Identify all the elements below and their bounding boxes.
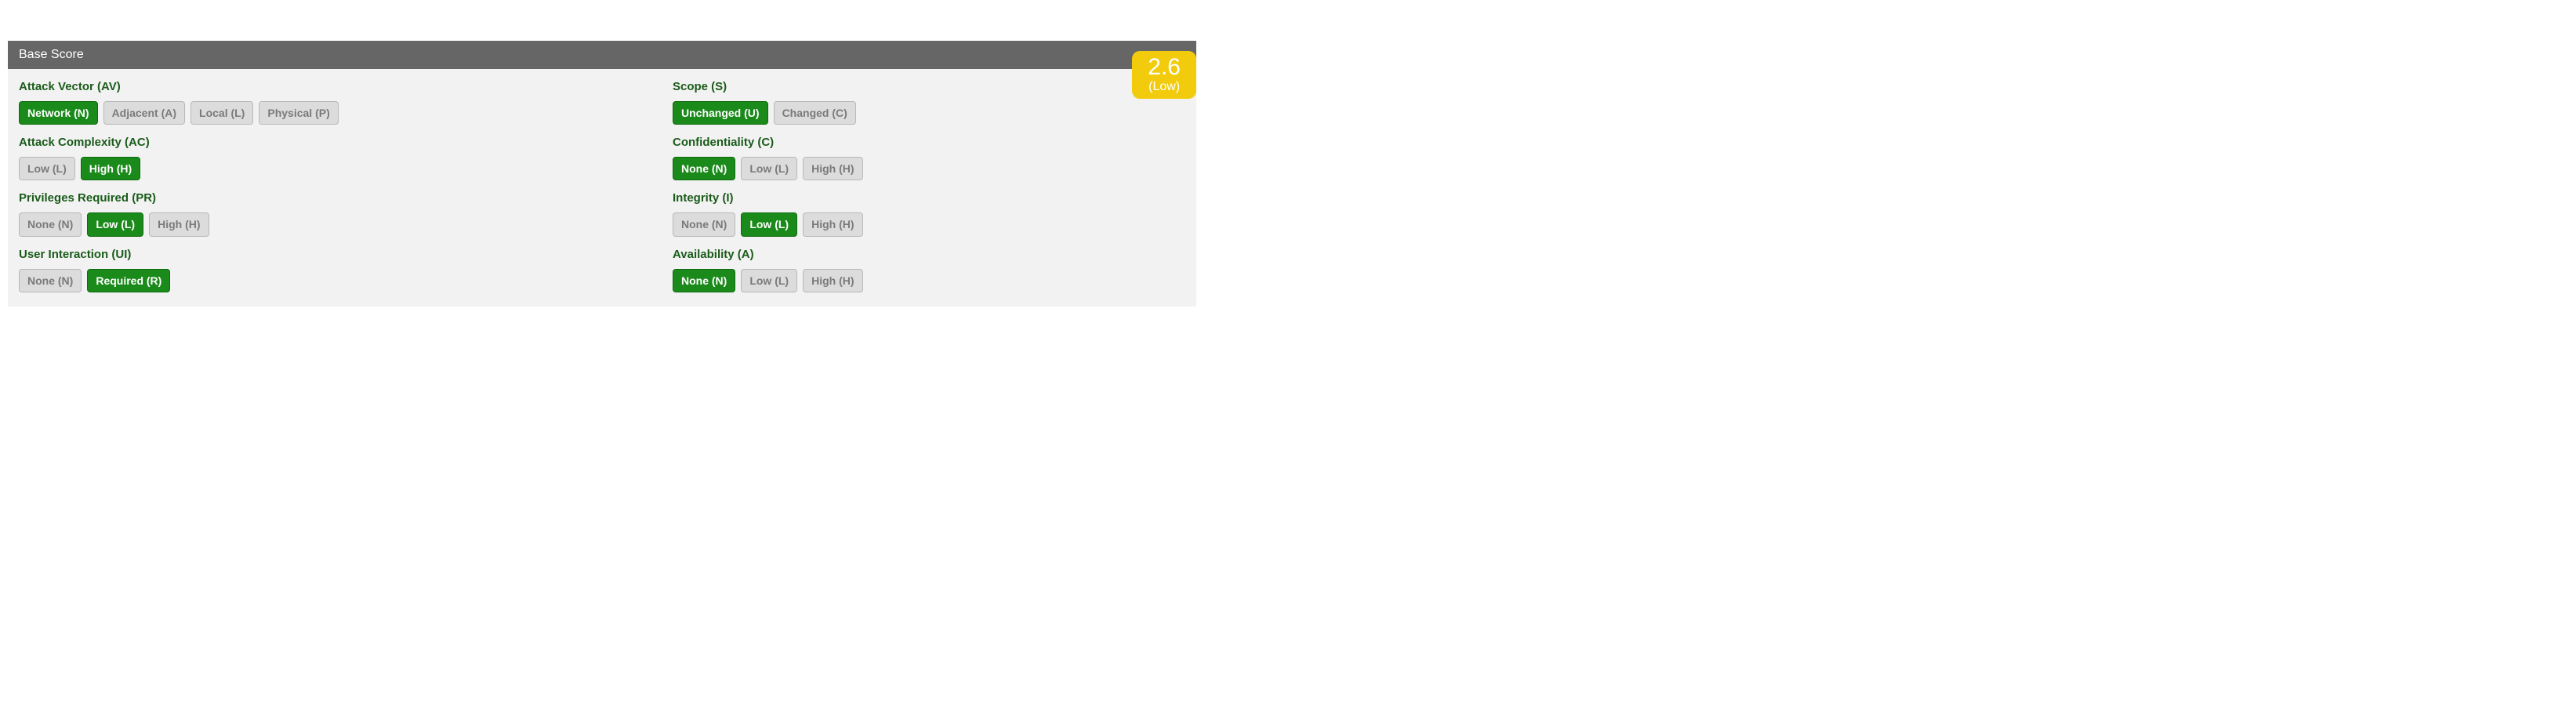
metric-options: None (N)Low (L)High (H) <box>673 212 1185 236</box>
base-score-panel: Base Score Attack Vector (AV) Network (N)… <box>8 41 1196 307</box>
option-low-l[interactable]: Low (L) <box>19 157 75 180</box>
metric-confidentiality-c: Confidentiality (C) None (N) Low (L) High (… <box>673 136 1185 180</box>
option-none-n[interactable]: None (N) <box>673 157 735 180</box>
score-badge: 2.6 (Low) <box>1132 51 1196 99</box>
option-low-l[interactable]: Low (L) <box>87 212 143 236</box>
metrics-right-column: Scope (S) Unchanged (U)Changed (C) Confide… <box>673 80 1185 292</box>
option-high-h[interactable]: High (H) <box>803 212 862 236</box>
option-low-l[interactable]: Low (L) <box>741 269 797 292</box>
option-network-n[interactable]: Network (N) <box>19 101 98 125</box>
option-high-h[interactable]: High (H) <box>803 269 862 292</box>
option-physical-p[interactable]: Physical (P) <box>259 101 338 125</box>
metric-options: Unchanged (U)Changed (C) <box>673 101 1185 125</box>
metric-options: Network (N)Adjacent (A)Local (L)Physical… <box>19 101 673 125</box>
option-high-h[interactable]: High (H) <box>803 157 862 180</box>
metric-title: User Interaction (UI) <box>19 248 673 261</box>
metrics-columns: Attack Vector (AV) Network (N)Adjacent (A… <box>19 80 1185 292</box>
option-changed-c[interactable]: Changed (C) <box>774 101 856 125</box>
metric-title: Confidentiality (C) <box>673 136 1185 149</box>
option-required-r[interactable]: Required (R) <box>87 269 170 292</box>
option-none-n[interactable]: None (N) <box>19 269 82 292</box>
metric-title: Scope (S) <box>673 80 1185 93</box>
option-low-l[interactable]: Low (L) <box>741 157 797 180</box>
metric-availability-a: Availability (A) None (N) Low (L) High (H) <box>673 248 1185 292</box>
metric-title: Privileges Required (PR) <box>19 191 673 205</box>
metric-options: None (N) Low (L) High (H) <box>673 157 1185 180</box>
metric-options: None (N)Low (L)High (H) <box>19 212 673 236</box>
score-severity: (Low) <box>1148 80 1181 94</box>
metric-integrity-i: Integrity (I) None (N)Low (L)High (H) <box>673 191 1185 236</box>
metric-title: Availability (A) <box>673 248 1185 261</box>
metrics-left-column: Attack Vector (AV) Network (N)Adjacent (A… <box>19 80 673 292</box>
metric-options: None (N)Required (R) <box>19 269 673 292</box>
option-high-h[interactable]: High (H) <box>81 157 140 180</box>
option-none-n[interactable]: None (N) <box>673 212 735 236</box>
metric-scope-s: Scope (S) Unchanged (U)Changed (C) <box>673 80 1185 125</box>
option-high-h[interactable]: High (H) <box>149 212 209 236</box>
score-value: 2.6 <box>1148 54 1181 80</box>
option-unchanged-u[interactable]: Unchanged (U) <box>673 101 768 125</box>
metric-title: Attack Complexity (AC) <box>19 136 673 149</box>
cvss-calculator: 2.6 (Low) Base Score Attack Vector (AV) N… <box>0 41 1204 307</box>
option-low-l[interactable]: Low (L) <box>741 212 797 236</box>
metric-title: Integrity (I) <box>673 191 1185 205</box>
metric-attack-vector-av: Attack Vector (AV) Network (N)Adjacent (A… <box>19 80 673 125</box>
metric-options: Low (L) High (H) <box>19 157 673 180</box>
metric-options: None (N) Low (L) High (H) <box>673 269 1185 292</box>
option-none-n[interactable]: None (N) <box>673 269 735 292</box>
metric-title: Attack Vector (AV) <box>19 80 673 93</box>
metric-user-interaction-ui: User Interaction (UI) None (N)Required (R… <box>19 248 673 292</box>
panel-body: Attack Vector (AV) Network (N)Adjacent (A… <box>8 69 1196 307</box>
option-adjacent-a[interactable]: Adjacent (A) <box>103 101 185 125</box>
metric-privileges-required-pr: Privileges Required (PR) None (N)Low (L)H… <box>19 191 673 236</box>
option-local-l[interactable]: Local (L) <box>190 101 253 125</box>
option-none-n[interactable]: None (N) <box>19 212 82 236</box>
panel-title: Base Score <box>8 41 1196 69</box>
metric-attack-complexity-ac: Attack Complexity (AC) Low (L) High (H) <box>19 136 673 180</box>
